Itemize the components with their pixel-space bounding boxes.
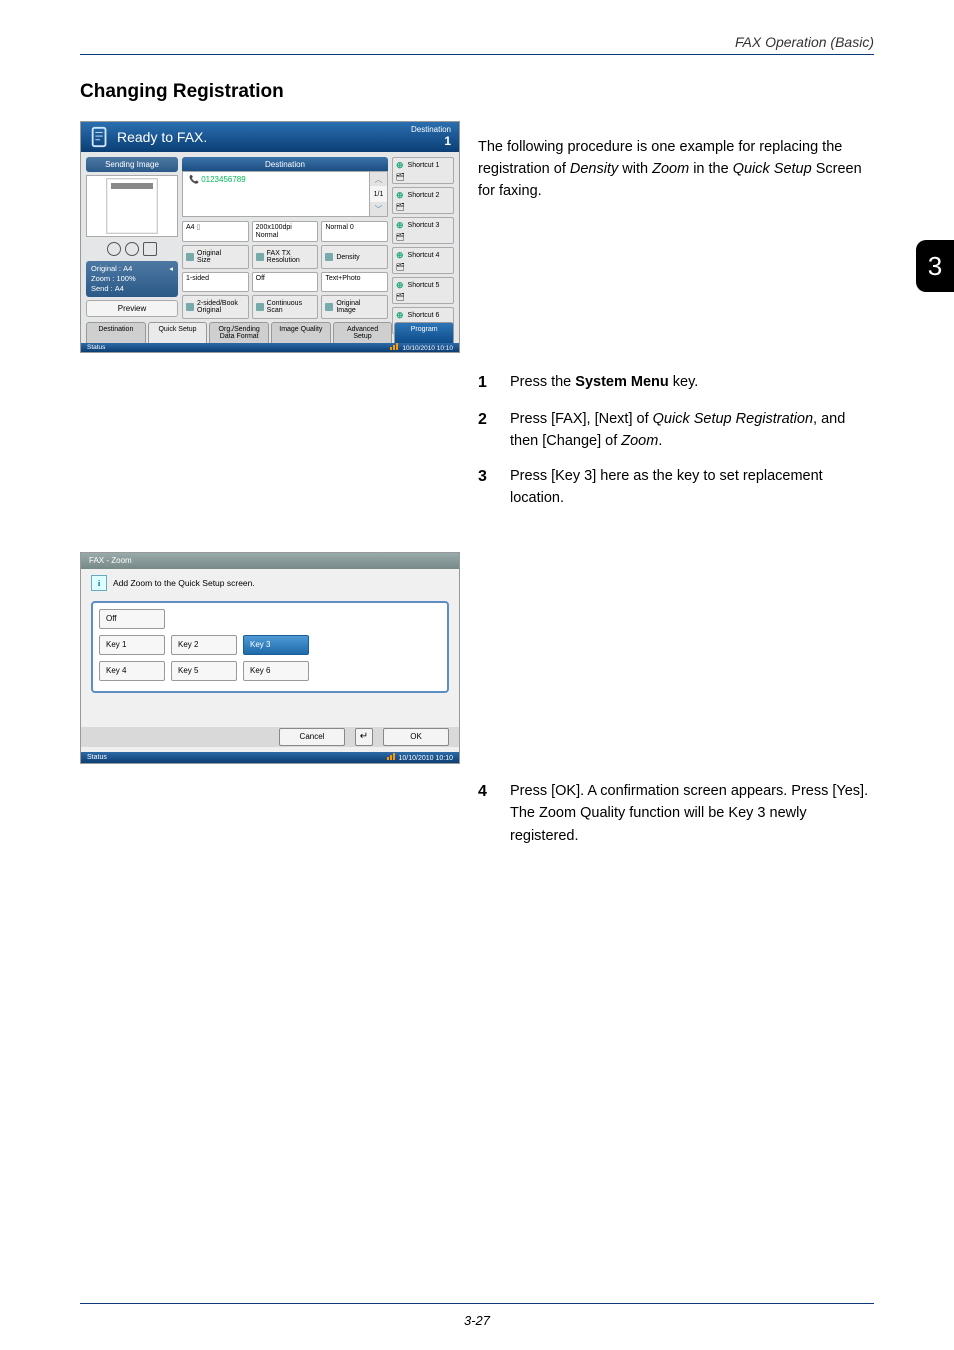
btn-fax-tx-resolution[interactable]: FAX TX Resolution — [252, 245, 319, 269]
s2-status-time: 10/10/2010 10:10 — [399, 755, 454, 762]
val-twosided: 1-sided — [182, 272, 249, 292]
s2-status-bar: Status 10/10/2010 10:10 — [81, 752, 459, 763]
step-1-num: 1 — [478, 371, 492, 396]
original-info-box: Original : A4◂ Zoom : 100% Send : A4 — [86, 261, 178, 297]
shortcut-3[interactable]: ⊕Shortcut 3🗂 — [392, 217, 454, 244]
bottom-divider — [80, 1303, 874, 1304]
step-4-num: 4 — [478, 780, 492, 847]
step-3-num: 3 — [478, 465, 492, 510]
s2-title: FAX - Zoom — [81, 553, 459, 569]
tab-quick-setup[interactable]: Quick Setup — [148, 322, 208, 344]
page-number: 3-27 — [0, 1313, 954, 1328]
chapter-marker: 3 — [916, 240, 954, 292]
tab-destination[interactable]: Destination — [86, 322, 146, 344]
btn-original-size[interactable]: Original Size — [182, 245, 249, 269]
tab-advanced-setup[interactable]: Advanced Setup — [333, 322, 393, 344]
shortcut-4[interactable]: ⊕Shortcut 4🗂 — [392, 247, 454, 274]
preview-thumbnail — [86, 175, 178, 237]
step-2-num: 2 — [478, 408, 492, 453]
step-3-text: Press [Key 3] here as the key to set rep… — [510, 465, 874, 510]
tab-program[interactable]: Program — [394, 322, 454, 344]
fax-zoom-screenshot: FAX - Zoom i Add Zoom to the Quick Setup… — [80, 552, 460, 764]
step-3: 3 Press [Key 3] here as the key to set r… — [478, 465, 874, 510]
shortcut-1[interactable]: ⊕Shortcut 1🗂 — [392, 157, 454, 184]
ok-button[interactable]: OK — [383, 728, 449, 746]
destination-count-num: 1 — [411, 135, 451, 148]
destination-number: 0123456789 — [201, 175, 246, 184]
val-density: Normal 0 — [321, 221, 388, 242]
step-1-text: Press the System Menu key. — [510, 371, 874, 396]
s1-status-bar: Status 10/10/2010 10:10 — [81, 343, 459, 352]
info-send-val: A4 — [115, 284, 124, 293]
sending-image-header: Sending Image — [86, 157, 178, 172]
preview-tool-row — [86, 240, 178, 258]
info-send-label: Send — [91, 284, 109, 293]
fax-quick-setup-screenshot: Ready to FAX. Destination 1 Sending Imag… — [80, 121, 460, 353]
s2-button-bar: Cancel ↵ OK — [81, 727, 459, 747]
s2-info-row: i Add Zoom to the Quick Setup screen. — [91, 575, 449, 591]
s2-key-panel: Off Key 1 Key 2 Key 3 Key 4 Key 5 Key 6 — [91, 601, 449, 693]
info-original-val: A4 — [123, 264, 132, 273]
s1-status-time: 10/10/2010 10:10 — [402, 345, 453, 352]
step-2: 2 Press [FAX], [Next] of Quick Setup Reg… — [478, 408, 874, 453]
info-original-label: Original — [91, 264, 117, 273]
running-head: FAX Operation (Basic) — [80, 34, 874, 55]
enter-icon[interactable]: ↵ — [355, 728, 373, 746]
val-original-image: Text+Photo — [321, 272, 388, 292]
step-1: 1 Press the System Menu key. — [478, 371, 874, 396]
info-zoom-val: 100% — [116, 274, 135, 283]
cancel-button[interactable]: Cancel — [279, 728, 345, 746]
s1-status-label[interactable]: Status — [87, 344, 105, 351]
step-2-text: Press [FAX], [Next] of Quick Setup Regis… — [510, 408, 874, 453]
key-6[interactable]: Key 6 — [243, 661, 309, 681]
section-title: Changing Registration — [80, 81, 874, 103]
destination-count: Destination 1 — [411, 126, 451, 148]
val-original-size: A4 ▯ — [182, 221, 249, 242]
document-icon — [89, 126, 111, 148]
s1-title: Ready to FAX. — [117, 129, 207, 145]
info-icon: i — [91, 575, 107, 591]
destination-list[interactable]: 📞 0123456789 ︿ 1/1 ﹀ — [182, 171, 388, 217]
key-1[interactable]: Key 1 — [99, 635, 165, 655]
step-4-text: Press [OK]. A confirmation screen appear… — [510, 780, 874, 847]
intro-paragraph: The following procedure is one example f… — [478, 136, 874, 203]
val-continuous: Off — [252, 272, 319, 292]
key-off[interactable]: Off — [99, 609, 165, 629]
key-4[interactable]: Key 4 — [99, 661, 165, 681]
tab-image-quality[interactable]: Image Quality — [271, 322, 331, 344]
preview-button[interactable]: Preview — [86, 300, 178, 317]
scroll-up-icon[interactable]: ︿ — [369, 172, 387, 186]
s1-titlebar: Ready to FAX. Destination 1 — [81, 122, 459, 152]
destination-header: Destination — [182, 157, 388, 171]
info-zoom-label: Zoom — [91, 274, 110, 283]
s2-status-label[interactable]: Status — [87, 754, 107, 761]
btn-original-image[interactable]: Original Image — [321, 295, 388, 319]
shortcut-2[interactable]: ⊕Shortcut 2🗂 — [392, 187, 454, 214]
tab-org-sending[interactable]: Org./Sending Data Format — [209, 322, 269, 344]
page-indicator: 1/1 — [369, 186, 387, 202]
scroll-down-icon[interactable]: ﹀ — [369, 202, 387, 216]
key-2[interactable]: Key 2 — [171, 635, 237, 655]
step-4: 4 Press [OK]. A confirmation screen appe… — [478, 780, 874, 847]
btn-density[interactable]: Density — [321, 245, 388, 269]
btn-twosided-book[interactable]: 2-sided/Book Original — [182, 295, 249, 319]
btn-continuous-scan[interactable]: Continuous Scan — [252, 295, 319, 319]
shortcut-5[interactable]: ⊕Shortcut 5🗂 — [392, 277, 454, 304]
s2-info-text: Add Zoom to the Quick Setup screen. — [113, 578, 255, 588]
val-fax-resolution: 200x100dpi Normal — [252, 221, 319, 242]
key-5[interactable]: Key 5 — [171, 661, 237, 681]
key-3[interactable]: Key 3 — [243, 635, 309, 655]
